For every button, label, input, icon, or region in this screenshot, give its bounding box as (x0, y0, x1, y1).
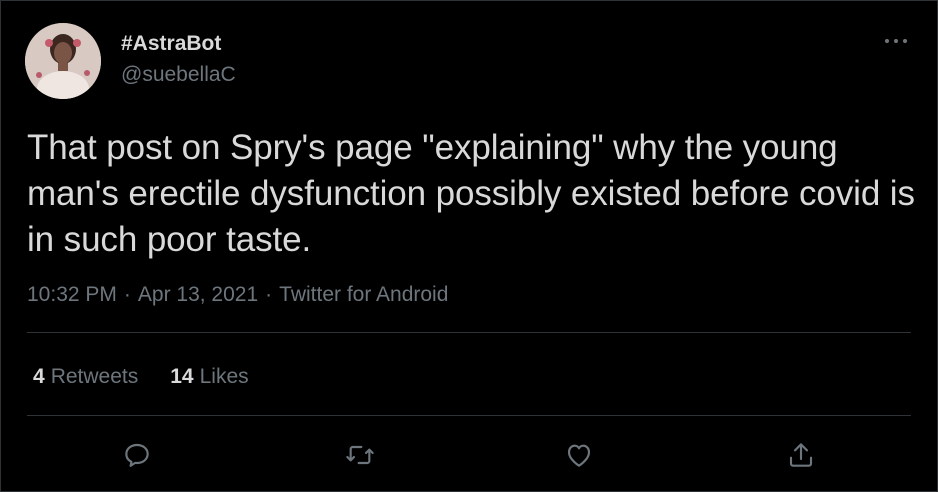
retweets-label: Retweets (50, 365, 139, 388)
tweet-source[interactable]: Twitter for Android (279, 283, 448, 306)
meta-separator: · (265, 283, 273, 306)
action-bar (1, 435, 937, 475)
retweet-icon (346, 445, 374, 465)
display-name[interactable]: #AstraBot (121, 31, 236, 57)
likes-label: Likes (199, 365, 249, 388)
likes-count: 14 (170, 365, 194, 388)
likes-stat[interactable]: 14 Likes (170, 364, 248, 390)
share-button[interactable] (781, 435, 821, 475)
like-icon (567, 444, 591, 467)
user-info: #AstraBot @suebellaC (121, 31, 236, 88)
tweet-card: #AstraBot @suebellaC That post on Spry's… (0, 0, 938, 492)
reply-button[interactable] (117, 435, 157, 475)
tweet-text: That post on Spry's page "explaining" wh… (27, 128, 915, 259)
tweet-stats: 4 Retweets 14 Likes (33, 364, 249, 390)
share-icon (789, 443, 813, 467)
tweet-meta: 10:32 PM · Apr 13, 2021 · Twitter for Androi… (27, 282, 448, 308)
reply-icon (125, 443, 149, 467)
avatar[interactable] (25, 23, 101, 99)
tweet-time[interactable]: 10:32 PM (27, 283, 117, 306)
more-options-icon (885, 39, 907, 43)
meta-separator: · (123, 283, 131, 306)
profile-photo (25, 23, 101, 99)
more-options-button[interactable] (883, 31, 909, 51)
user-handle[interactable]: @suebellaC (121, 62, 236, 88)
divider (27, 415, 911, 416)
retweets-count: 4 (33, 365, 45, 388)
divider (27, 332, 911, 333)
retweets-stat[interactable]: 4 Retweets (33, 364, 138, 390)
retweet-button[interactable] (340, 435, 380, 475)
tweet-date[interactable]: Apr 13, 2021 (138, 283, 258, 306)
like-button[interactable] (559, 435, 599, 475)
